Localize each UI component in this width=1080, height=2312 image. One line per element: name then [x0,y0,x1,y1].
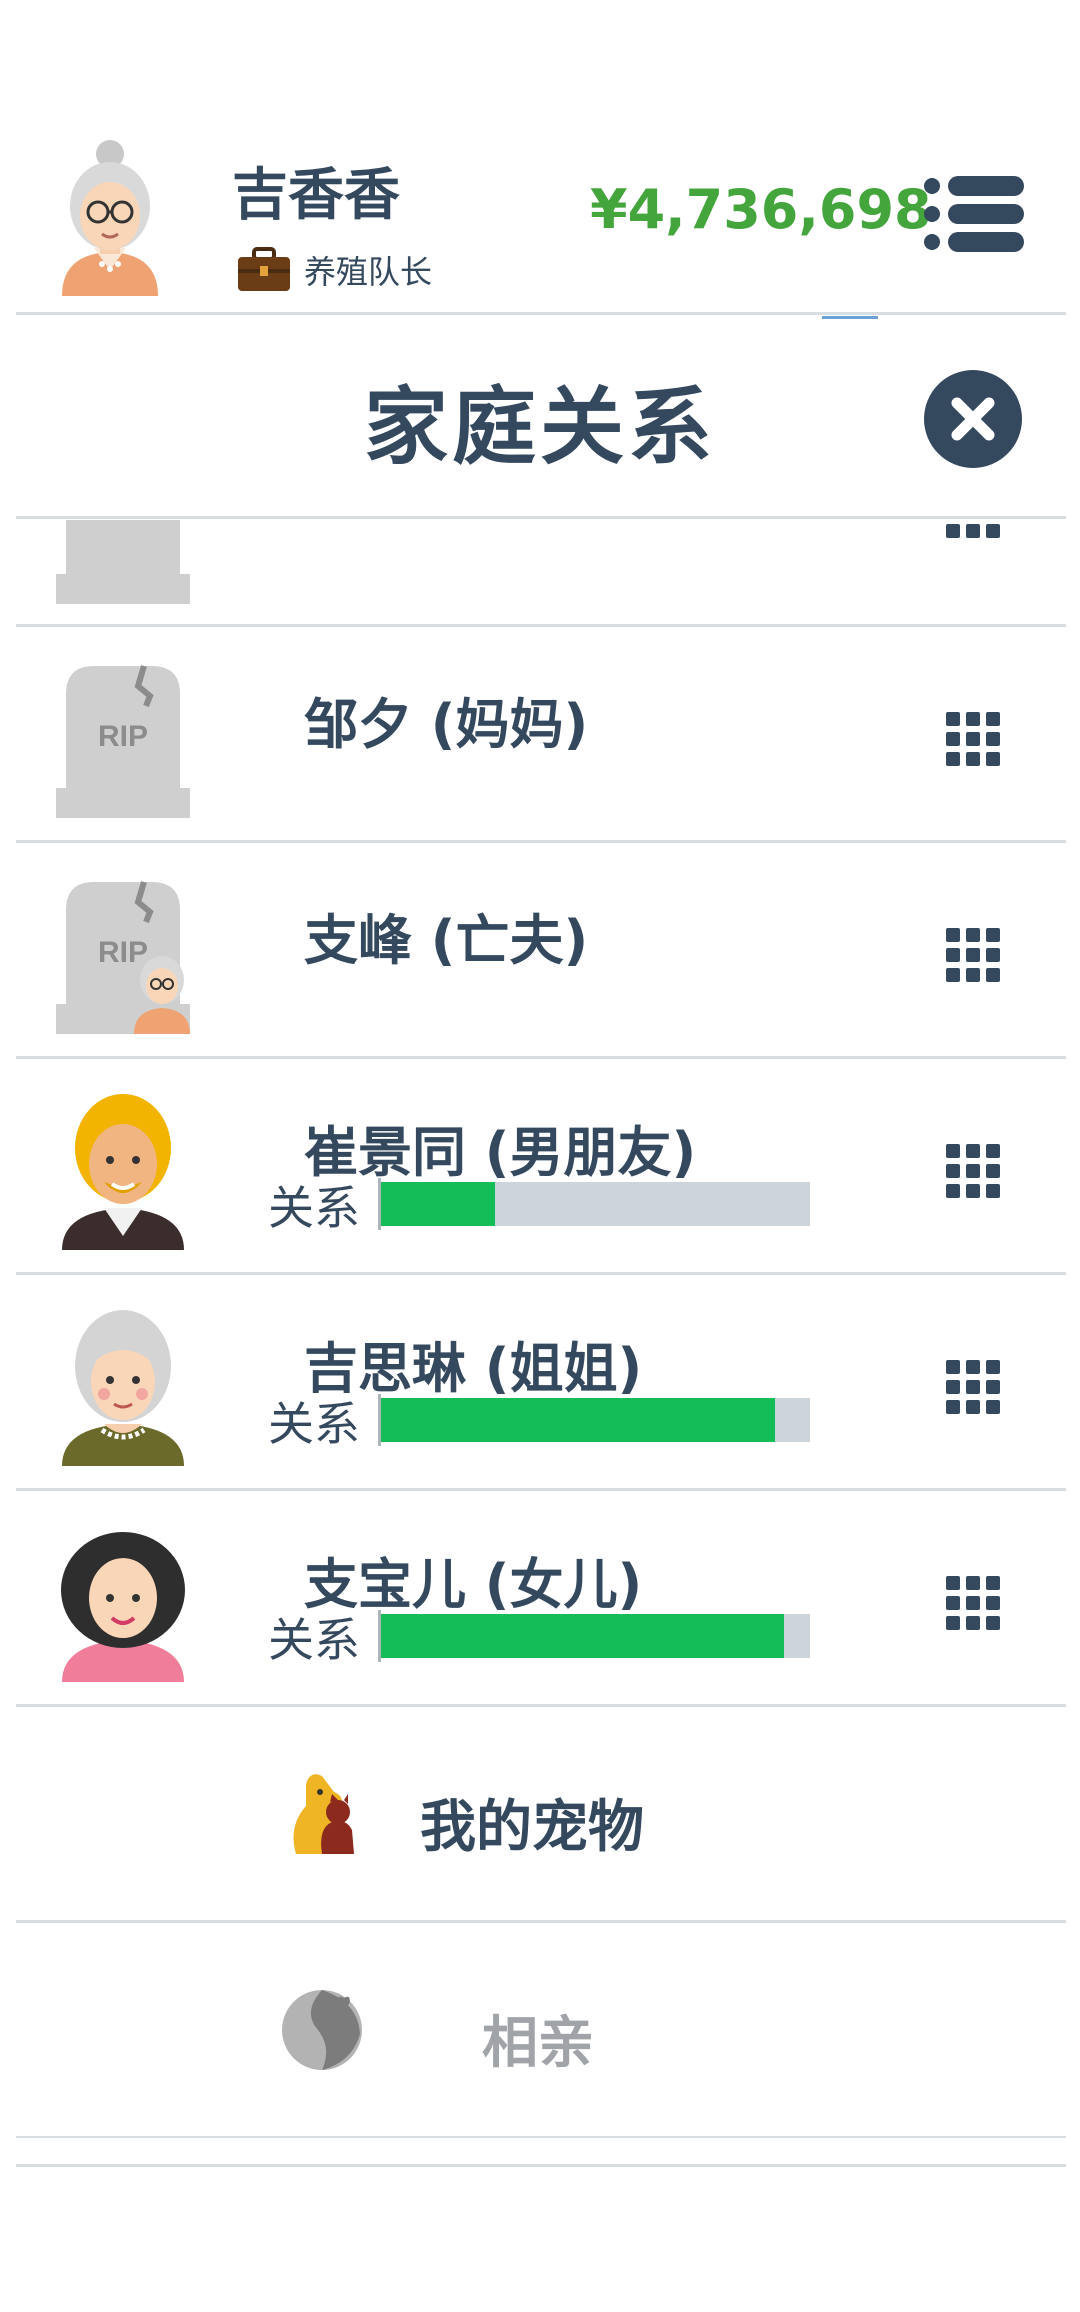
player-name: 吉香香 [232,163,400,228]
family-member-name: 邹夕 (妈妈) [304,693,589,756]
close-icon [924,370,1022,468]
relationship-bar [378,1610,810,1662]
family-row[interactable]: 吉思琳 (姐姐) 关系 [0,1276,1080,1492]
relationship-bar-fill [378,1614,785,1658]
row-divider [16,1272,1066,1275]
title-divider [16,516,1066,519]
grid-menu-icon[interactable] [946,1144,1000,1198]
relationship-bar [378,1394,810,1446]
list-bottom-divider [16,2164,1066,2167]
relationship-bar-tick [378,1178,381,1230]
row-divider [16,1920,1066,1923]
player-avatar[interactable] [52,136,168,296]
grid-menu-icon[interactable] [946,1360,1000,1414]
tombstone-rip-with-avatar-icon: RIP [48,870,198,1034]
pets-button[interactable]: 我的宠物 [0,1708,1080,1924]
header-divider [16,312,1066,315]
family-member-name: 崔景同 (男朋友) [304,1121,697,1184]
main-menu-button[interactable] [922,172,1026,256]
relationship-label: 关系 [268,1613,360,1667]
relationship-bar-fill [378,1398,776,1442]
row-divider [16,1704,1066,1707]
family-row[interactable]: 支宝儿 (女儿) 关系 [0,1492,1080,1708]
relationship-bar [378,1178,810,1230]
family-row[interactable]: 崔景同 (男朋友) 关系 [0,1060,1080,1276]
grid-menu-icon[interactable] [946,520,1000,538]
job-title: 养殖队长 [304,253,433,291]
menu-icon [924,176,1024,252]
matchmaking-label: 相亲 [482,2011,594,2076]
relationship-bar-tick [378,1394,381,1446]
grid-menu-icon[interactable] [946,712,1000,766]
relationship-label: 关系 [268,1397,360,1451]
blond-man-avatar-icon [48,1086,198,1250]
job-badge[interactable]: 养殖队长 [236,245,432,295]
row-divider [16,624,1066,627]
family-list[interactable]: RIP 邹夕 (妈妈) RIP 支峰 (亡夫) 崔景同 (男朋友) 关系 吉思琳… [0,520,1080,2180]
grid-menu-icon[interactable] [946,1576,1000,1630]
close-button[interactable] [922,368,1024,470]
svg-text:RIP: RIP [98,936,148,969]
money-balance: ¥4,736,698 [590,178,932,241]
briefcase-icon [238,247,290,291]
row-divider [16,840,1066,843]
grid-menu-icon[interactable] [946,928,1000,982]
family-row[interactable]: RIP 邹夕 (妈妈) [0,628,1080,844]
relationship-label: 关系 [268,1181,360,1235]
relationship-bar-fill [378,1182,495,1226]
header-accent [822,316,878,319]
family-row-partial[interactable] [0,520,1080,630]
row-divider [16,1488,1066,1491]
family-member-name: 支峰 (亡夫) [304,909,589,972]
pet-dog-icon [293,1774,354,1854]
matchmaking-icon [282,1990,362,2070]
elderly-woman-avatar-icon [62,140,158,296]
tombstone-rip-icon [48,520,198,604]
family-row[interactable]: RIP 支峰 (亡夫) [0,844,1080,1060]
svg-text:RIP: RIP [98,720,148,753]
pets-label: 我的宠物 [420,1795,644,1860]
tombstone-rip-icon: RIP [48,654,198,818]
top-status-bar: 吉香香 养殖队长 ¥4,736,698 [0,0,1080,316]
row-divider [16,2136,1066,2138]
relationship-bar-tick [378,1610,381,1662]
row-divider [16,1056,1066,1059]
modal-title: 家庭关系 [363,378,716,476]
gray-haired-woman-avatar-icon [48,1302,198,1466]
dark-haired-woman-avatar-icon [48,1518,198,1682]
matchmaking-button[interactable]: 相亲 [0,1924,1080,2140]
